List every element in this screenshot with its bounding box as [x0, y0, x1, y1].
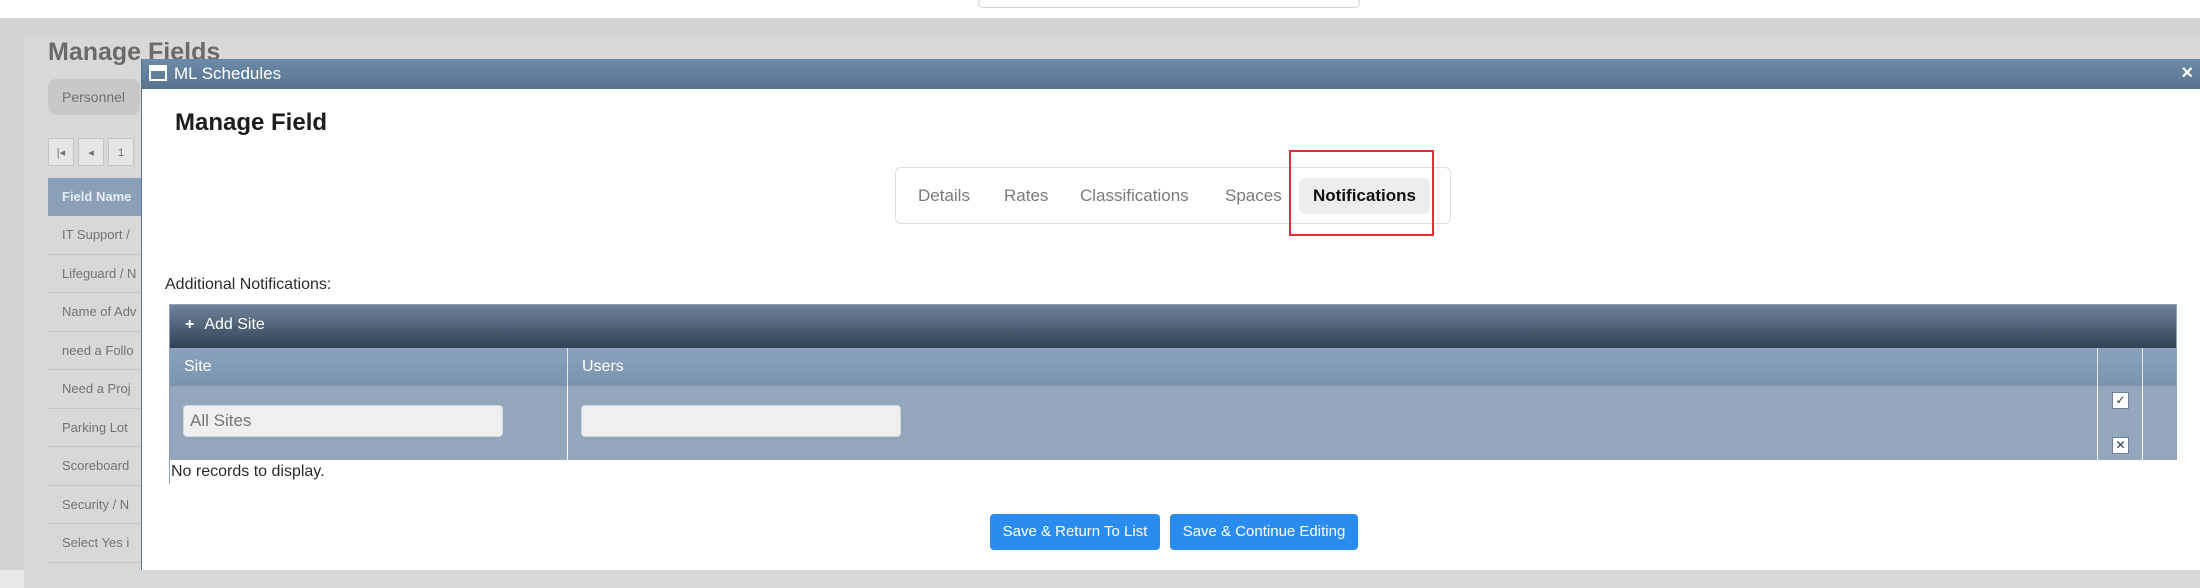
plus-icon: +	[185, 316, 195, 333]
filter-row: ✓ ✕	[170, 386, 2176, 460]
background-rows: IT Support / Lifeguard / N Name of Adv n…	[48, 216, 148, 563]
add-site-button[interactable]: + Add Site	[185, 316, 265, 334]
column-header-site[interactable]: Site	[170, 348, 568, 386]
grid-header: Site Users	[170, 348, 2176, 386]
background-filter-tab[interactable]: Personnel	[48, 79, 140, 115]
background-row[interactable]: Lifeguard / N	[48, 255, 148, 293]
background-row[interactable]: Security / N	[48, 486, 148, 524]
add-site-label: Add Site	[204, 316, 265, 333]
tab-details[interactable]: Details	[918, 178, 970, 214]
tab-rates[interactable]: Rates	[1004, 178, 1048, 214]
save-continue-button[interactable]: Save & Continue Editing	[1170, 514, 1358, 550]
notifications-highlight	[1289, 150, 1434, 236]
apply-filter-check-icon[interactable]: ✓	[2112, 392, 2129, 409]
filter-extra-cell	[2143, 386, 2176, 460]
page-title: Manage Field	[175, 109, 328, 136]
prev-page-button[interactable]: ◂	[78, 138, 104, 166]
dialog-title: ML Schedules	[174, 64, 282, 83]
background-row[interactable]: IT Support /	[48, 216, 148, 255]
save-return-button[interactable]: Save & Return To List	[990, 514, 1160, 550]
close-button[interactable]: ×	[2181, 62, 2193, 85]
column-header-extra	[2143, 348, 2176, 386]
background-row[interactable]: Need a Proj	[48, 370, 148, 409]
background-row[interactable]: Name of Adv	[48, 293, 148, 332]
additional-notifications-label: Additional Notifications:	[165, 276, 332, 293]
users-filter-cell	[568, 386, 2098, 460]
window-icon	[149, 65, 167, 81]
background-row[interactable]: Scoreboard	[48, 447, 148, 486]
grid-toolbar: + Add Site	[170, 305, 2176, 348]
top-search-box[interactable]	[978, 0, 1360, 8]
clear-filter-close-icon[interactable]: ✕	[2112, 437, 2129, 454]
background-column-header[interactable]: Field Name	[48, 178, 148, 216]
dialog-titlebar[interactable]: ML Schedules ×	[142, 59, 2200, 89]
manage-field-dialog: ML Schedules × Manage Field Details Rate…	[141, 59, 2200, 570]
users-filter-input[interactable]	[581, 405, 901, 437]
tab-classifications[interactable]: Classifications	[1080, 178, 1189, 214]
background-row[interactable]: Select Yes i	[48, 524, 148, 563]
notifications-grid: + Add Site Site Users ✓ ✕ No records to d…	[169, 304, 2177, 484]
site-filter-input[interactable]	[183, 405, 503, 437]
background-row[interactable]: need a Follo	[48, 332, 148, 370]
page-number-button[interactable]: 1	[108, 138, 134, 166]
first-page-button[interactable]: |◂	[48, 138, 74, 166]
filter-actions-cell: ✓ ✕	[2098, 386, 2143, 460]
column-header-actions	[2098, 348, 2143, 386]
site-filter-cell	[170, 386, 568, 460]
tab-spaces[interactable]: Spaces	[1225, 178, 1282, 214]
column-header-users[interactable]: Users	[568, 348, 2098, 386]
background-pager: |◂ ◂ 1	[48, 138, 134, 166]
no-records-message: No records to display.	[170, 460, 2177, 484]
background-row[interactable]: Parking Lot	[48, 409, 148, 447]
